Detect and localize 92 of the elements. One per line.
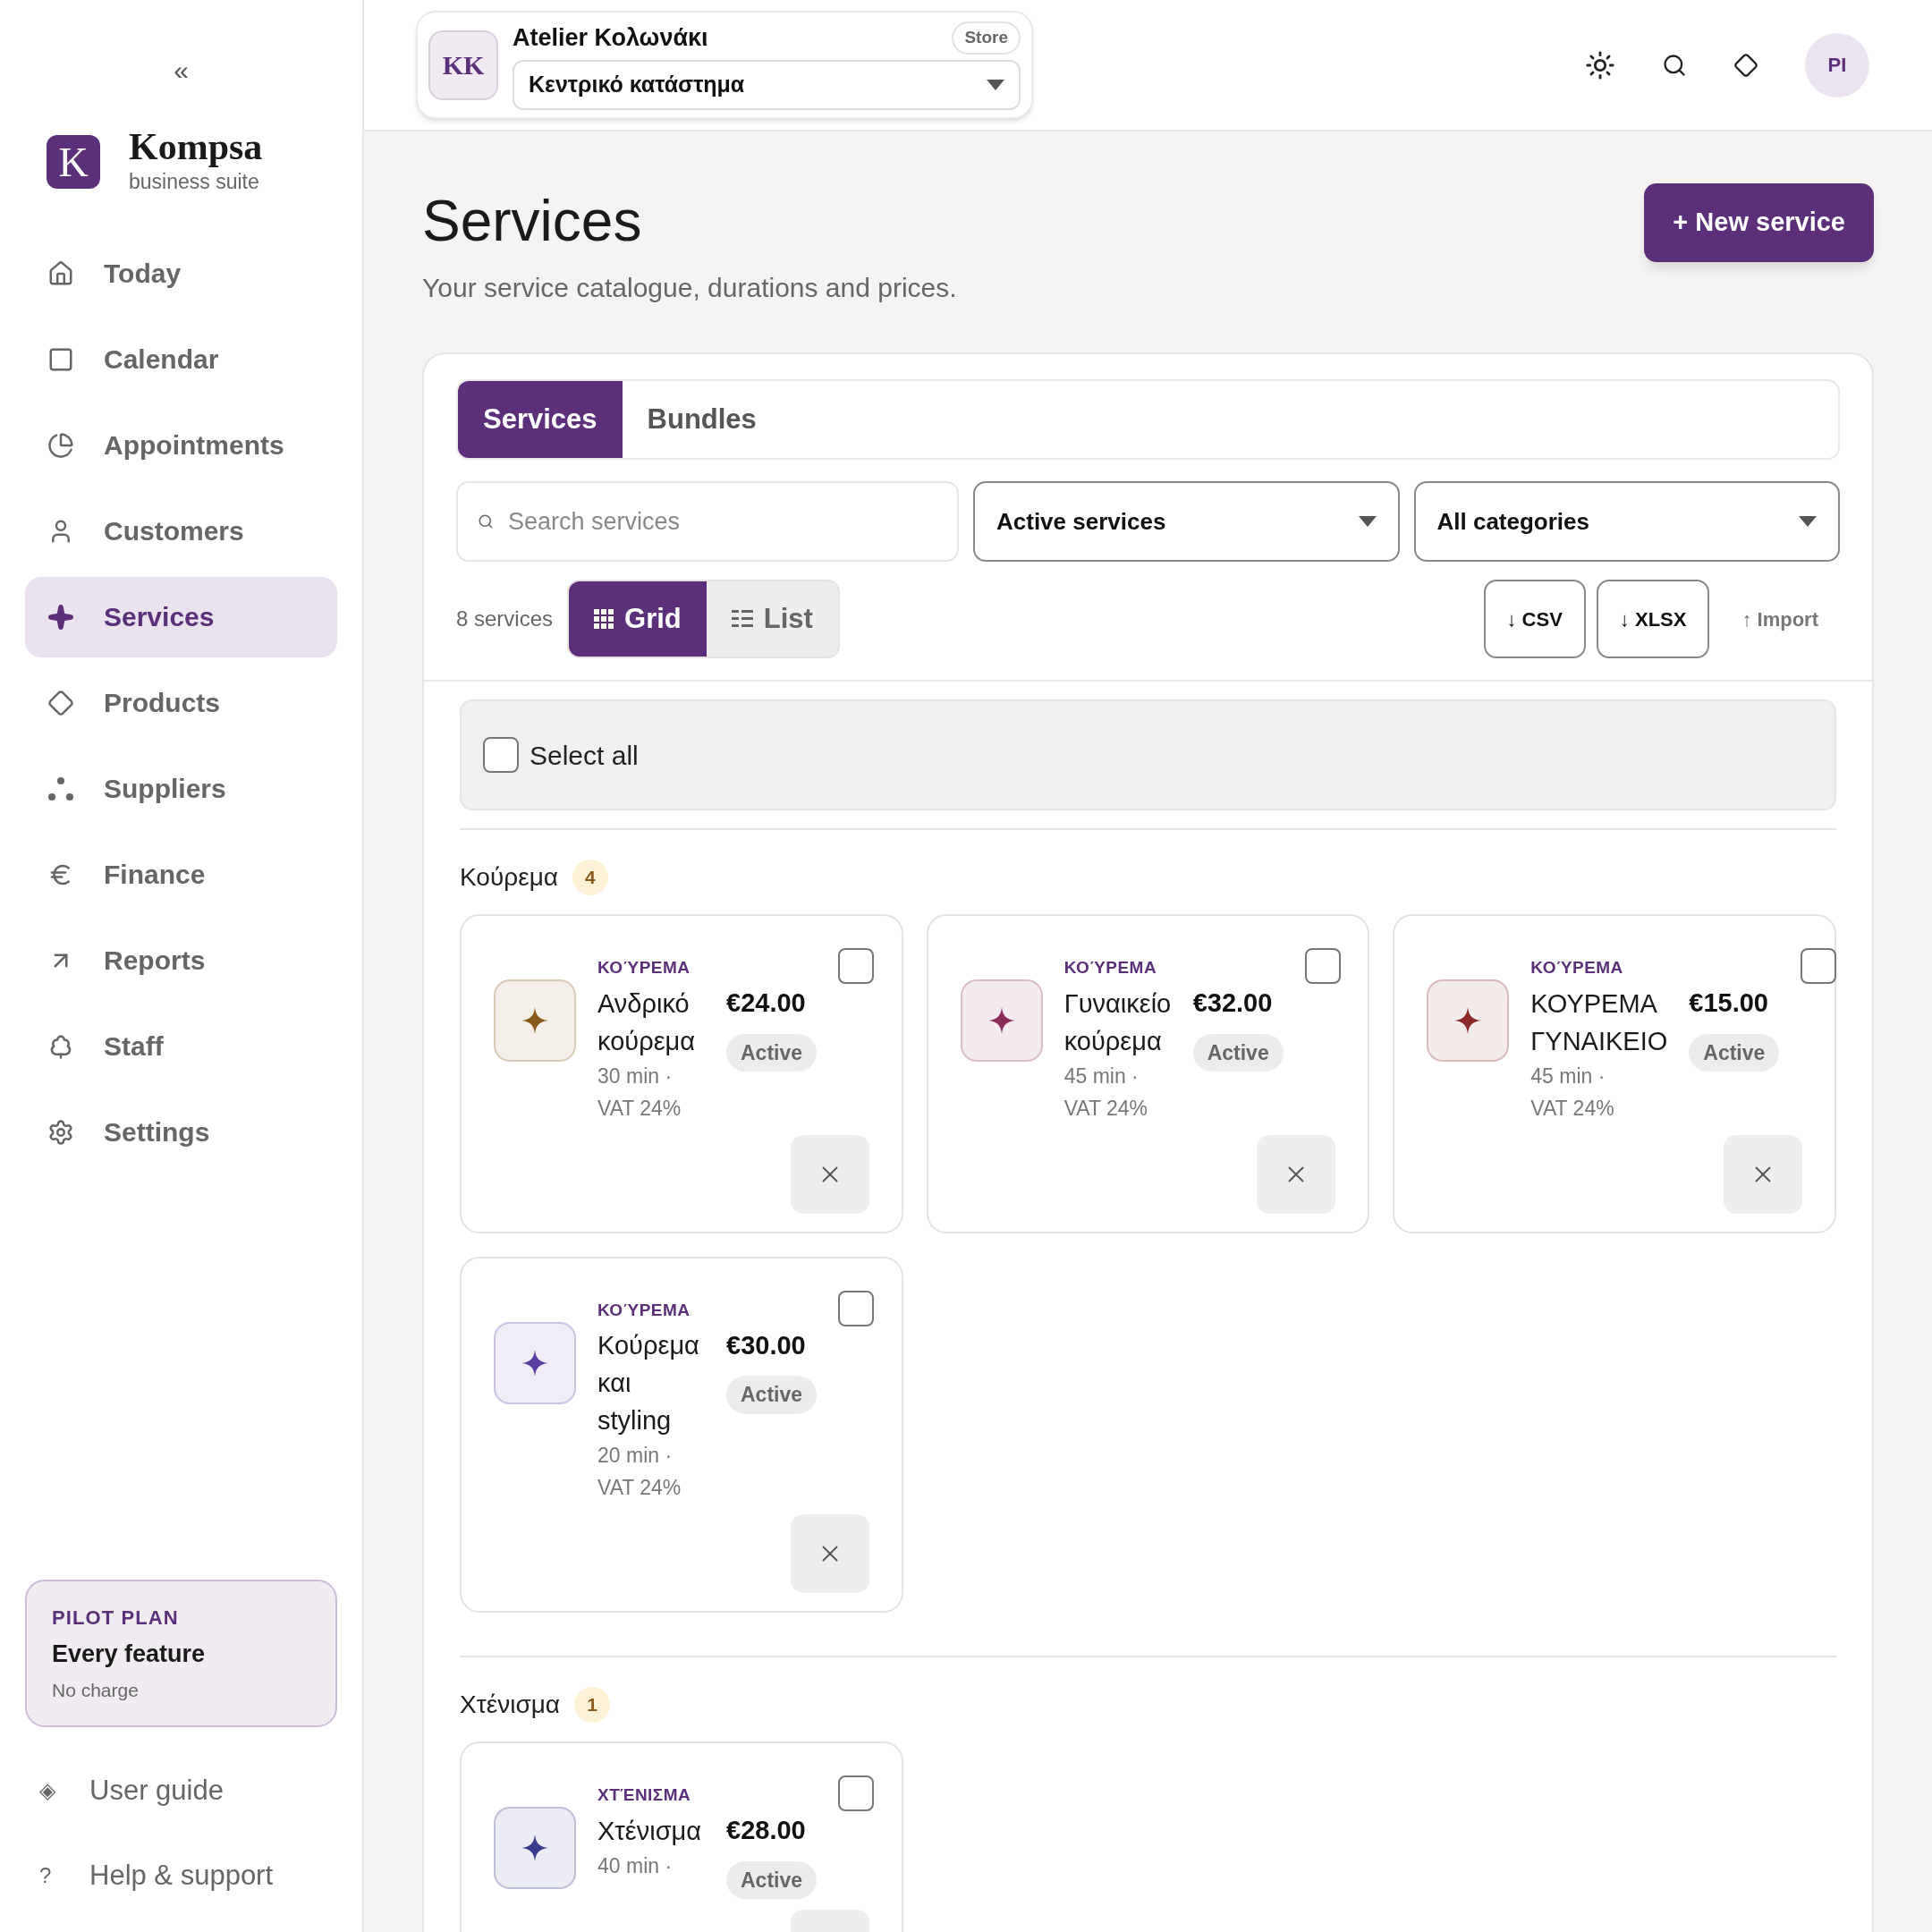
service-category: ΚΟΎΡΕΜΑ [1063, 957, 1158, 979]
workspace-name: Atelier Κολωνάκι [513, 23, 708, 54]
select-all-checkbox[interactable] [483, 737, 519, 773]
nav-item[interactable]: Suppliers [25, 748, 337, 829]
service-category: ΧΤΈΝΙΣΜΑ [597, 1784, 692, 1806]
grid-icon [594, 609, 614, 629]
brand-name: Kompsa [129, 127, 263, 166]
service-checkbox[interactable] [838, 1775, 875, 1811]
service-checkbox[interactable] [838, 948, 875, 984]
nav-icon [47, 431, 74, 459]
service-meta: 40 min · [597, 1852, 674, 1879]
footer-link[interactable]: ? Help & support [39, 1854, 337, 1896]
nav-item[interactable]: Today [25, 233, 337, 314]
list-icon [731, 609, 753, 629]
status-badge: Active [1689, 1033, 1780, 1072]
import-button[interactable]: ↑ Import [1720, 580, 1840, 658]
service-price: €24.00 [726, 987, 806, 1019]
service-price: €30.00 [726, 1329, 806, 1361]
new-service-button[interactable]: + New service [1644, 183, 1874, 262]
search-button[interactable] [1662, 52, 1687, 78]
service-name: Γυναικείο κούρεμα [1063, 987, 1172, 1057]
collapse-button[interactable]: « [174, 57, 189, 84]
service-price: €15.00 [1689, 987, 1768, 1019]
service-price: €28.00 [726, 1815, 806, 1846]
count-badge: 4 [572, 860, 608, 895]
count-badge: 1 [574, 1687, 611, 1723]
diamond-button[interactable] [1733, 52, 1758, 78]
nav-item[interactable]: Staff [25, 1005, 337, 1087]
select-all-label: Select all [530, 739, 639, 772]
service-meta: 30 min · VAT 24% [597, 1063, 682, 1122]
plan-title: Every feature [52, 1640, 207, 1669]
caret-icon [1799, 516, 1817, 527]
store-badge: Store [952, 21, 1021, 55]
group-title: Κούρεμα [460, 862, 558, 893]
caret-icon [987, 79, 1004, 90]
nav-item[interactable]: Settings [25, 1091, 337, 1173]
service-meta: 20 min · VAT 24% [597, 1443, 682, 1501]
nav-icon [47, 689, 74, 716]
search-icon [478, 513, 494, 530]
nav-item[interactable]: Appointments [25, 404, 337, 486]
view-option[interactable]: Grid [569, 581, 707, 657]
service-meta: 45 min · VAT 24% [1063, 1063, 1148, 1122]
service-category: ΚΟΎΡΕΜΑ [597, 1299, 691, 1321]
service-name: Χτένισμα [597, 1815, 702, 1847]
plan-note: No charge [52, 1678, 140, 1702]
service-checkbox[interactable] [1801, 948, 1837, 984]
nav-item[interactable]: Products [25, 662, 337, 743]
status-badge: Active [726, 1033, 818, 1072]
service-name: ΚΟΥΡΕΜΑ ΓΥΝΑΙΚΕΙΟ [1530, 987, 1668, 1057]
nav-item[interactable]: Finance [25, 834, 337, 915]
service-checkbox[interactable] [838, 1290, 875, 1326]
diamond-icon [1733, 52, 1758, 78]
service-meta: 45 min · VAT 24% [1530, 1063, 1615, 1122]
nav-item[interactable]: Customers [25, 490, 337, 572]
footer-link[interactable]: ◈ User guide [39, 1770, 337, 1812]
nav-item[interactable]: Calendar [25, 318, 337, 400]
status-badge: Active [1192, 1033, 1284, 1072]
export-button[interactable]: ↓ CSV [1483, 580, 1586, 658]
sun-icon [1585, 49, 1615, 80]
workspace-avatar: KK [428, 30, 498, 100]
location-dropdown[interactable]: Κεντρικό κατάστημα [513, 59, 1021, 110]
service-checkbox[interactable] [1304, 948, 1341, 984]
status-badge: Active [726, 1376, 818, 1414]
plan-eyebrow: PILOT PLAN [52, 1606, 180, 1631]
status-dropdown[interactable]: Active services [973, 481, 1400, 562]
page-title: Services [422, 188, 643, 255]
category-dropdown[interactable]: All categories [1413, 481, 1840, 562]
group-title: Χτένισμα [460, 1690, 561, 1720]
caret-icon [1358, 516, 1377, 527]
theme-button[interactable] [1585, 49, 1615, 80]
export-button[interactable]: ↓ XLSX [1596, 580, 1710, 658]
service-count: 8 services [456, 606, 554, 632]
status-badge: Active [726, 1860, 818, 1899]
service-name: Κούρεμα και styling [597, 1330, 699, 1436]
nav-icon [47, 603, 74, 631]
tab[interactable]: Services [458, 381, 623, 458]
page-subtitle: Your service catalogue, durations and prices. [422, 272, 957, 304]
view-option[interactable]: List [706, 581, 838, 657]
nav-icon [47, 1118, 74, 1146]
nav-icon [47, 259, 74, 287]
service-name: Ανδρικό κούρεμα [597, 987, 696, 1057]
service-category: ΚΟΎΡΕΜΑ [597, 957, 691, 979]
nav-item[interactable]: Reports [25, 919, 337, 1001]
tab[interactable]: Bundles [622, 381, 782, 458]
nav-item[interactable]: Services [25, 576, 337, 657]
service-price: €32.00 [1192, 987, 1273, 1019]
brand-tagline: business suite [129, 169, 260, 195]
user-avatar[interactable]: PI [1805, 32, 1869, 97]
search-field[interactable]: Search services [456, 481, 959, 562]
logo-icon: K [47, 135, 100, 190]
search-icon [1662, 52, 1687, 78]
service-category: ΚΟΎΡΕΜΑ [1530, 957, 1624, 979]
